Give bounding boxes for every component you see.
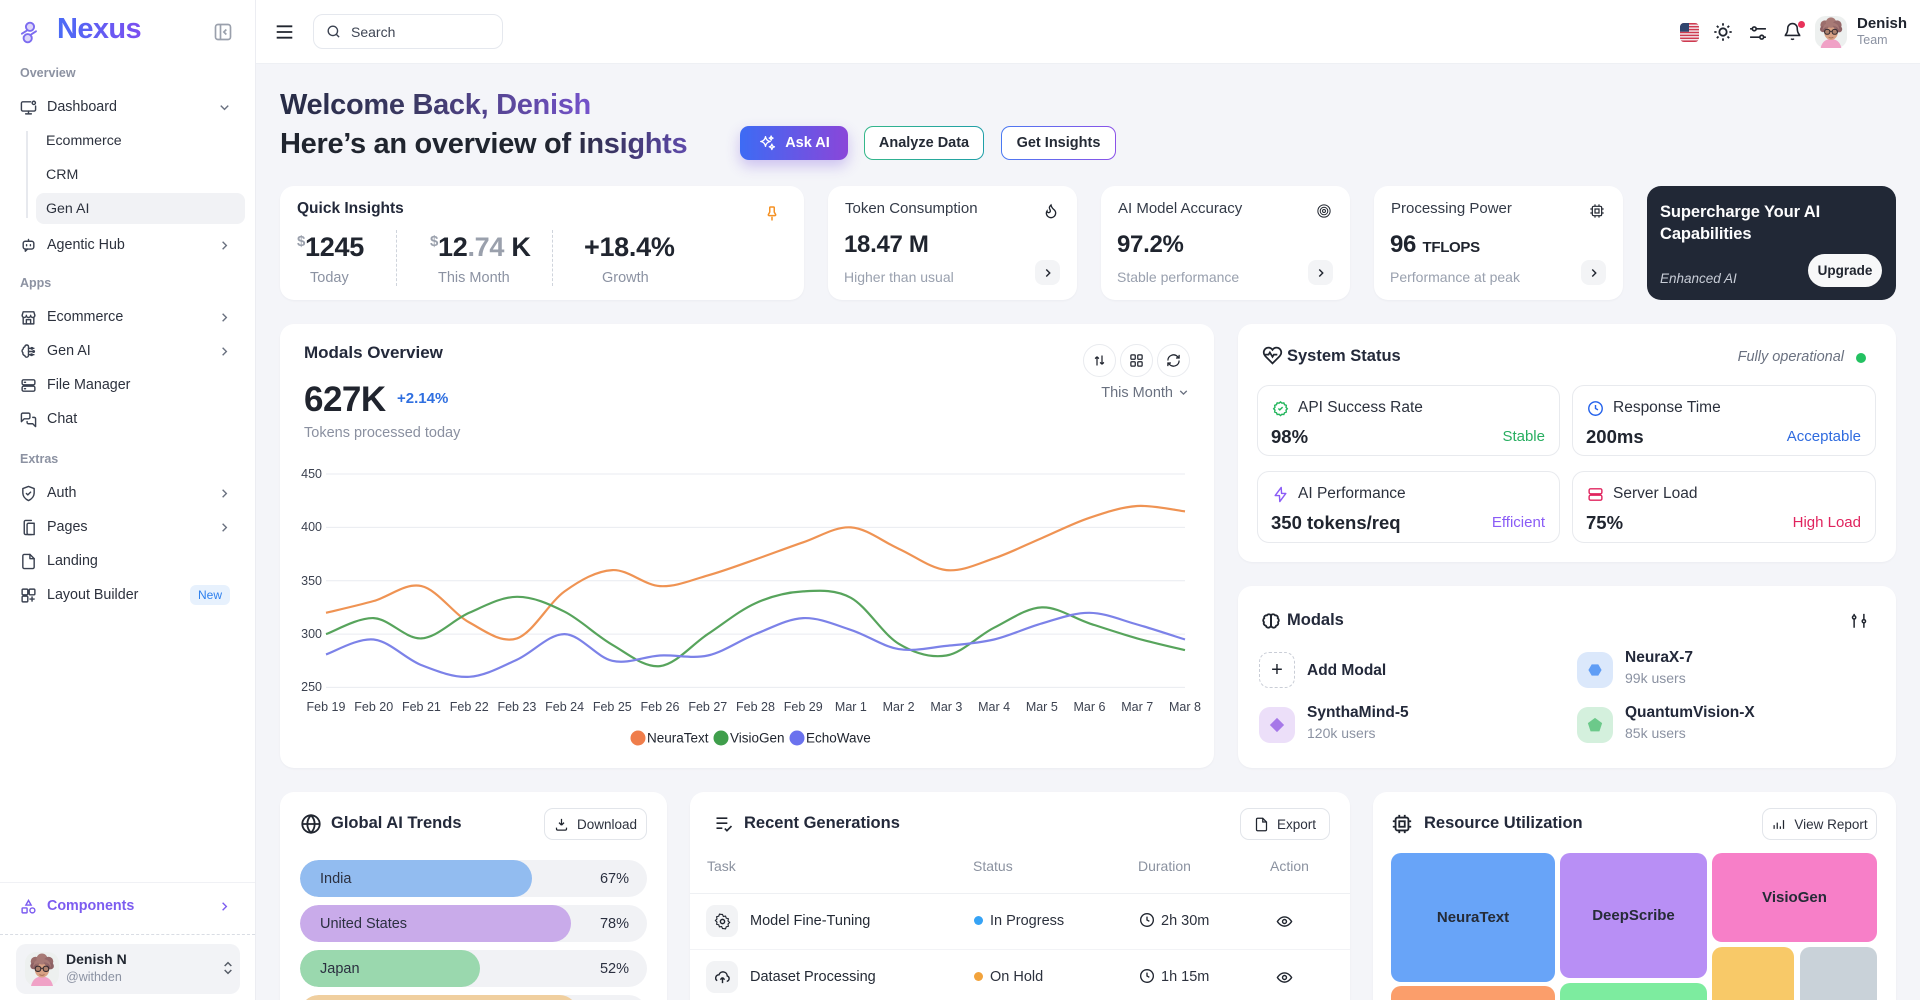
svg-text:Feb 28: Feb 28 <box>736 700 775 714</box>
svg-text:Feb 20: Feb 20 <box>354 700 393 714</box>
svg-text:300: 300 <box>301 627 322 641</box>
svg-text:Feb 22: Feb 22 <box>450 700 489 714</box>
svg-text:450: 450 <box>301 467 322 481</box>
svg-text:Mar 3: Mar 3 <box>930 700 962 714</box>
svg-text:Feb 24: Feb 24 <box>545 700 584 714</box>
svg-text:Feb 29: Feb 29 <box>784 700 823 714</box>
svg-text:Feb 26: Feb 26 <box>641 700 680 714</box>
svg-text:Feb 27: Feb 27 <box>688 700 727 714</box>
svg-text:Mar 7: Mar 7 <box>1121 700 1153 714</box>
svg-text:NeuraText: NeuraText <box>647 731 709 746</box>
svg-text:VisioGen: VisioGen <box>730 731 785 746</box>
svg-text:Feb 25: Feb 25 <box>593 700 632 714</box>
svg-text:EchoWave: EchoWave <box>806 731 871 746</box>
svg-text:250: 250 <box>301 680 322 694</box>
svg-text:Mar 2: Mar 2 <box>883 700 915 714</box>
svg-text:Feb 21: Feb 21 <box>402 700 441 714</box>
svg-text:Mar 1: Mar 1 <box>835 700 867 714</box>
svg-text:Mar 4: Mar 4 <box>978 700 1010 714</box>
svg-text:Mar 8: Mar 8 <box>1169 700 1201 714</box>
svg-text:Feb 19: Feb 19 <box>307 700 346 714</box>
svg-text:350: 350 <box>301 574 322 588</box>
svg-text:Mar 5: Mar 5 <box>1026 700 1058 714</box>
svg-text:Mar 6: Mar 6 <box>1074 700 1106 714</box>
svg-text:400: 400 <box>301 520 322 534</box>
svg-text:Feb 23: Feb 23 <box>497 700 536 714</box>
